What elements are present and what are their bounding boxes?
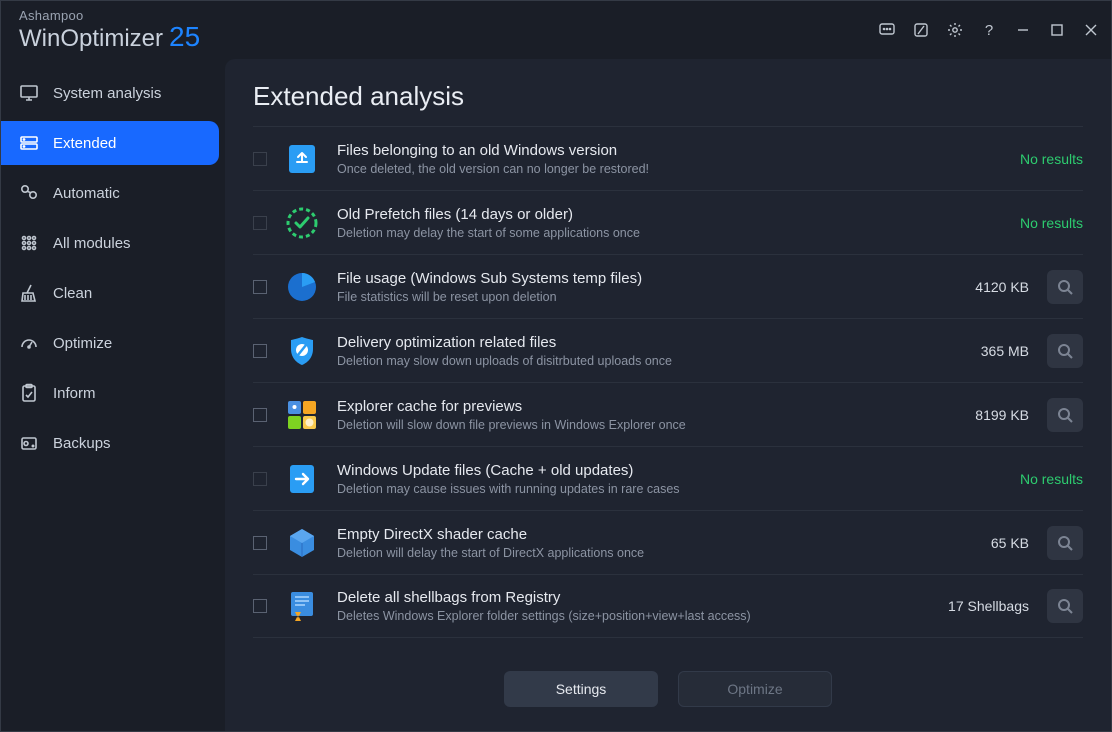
row-title: File usage (Windows Sub Systems temp fil…	[337, 270, 957, 287]
row-desc: Once deleted, the old version can no lon…	[337, 162, 1002, 176]
backup-icon	[19, 433, 39, 453]
close-icon[interactable]	[1083, 22, 1099, 38]
sidebar-item-label: Optimize	[53, 335, 112, 352]
list-item: Empty DirectX shader cache Deletion will …	[253, 510, 1083, 574]
list-item: Windows Update files (Cache + old update…	[253, 446, 1083, 510]
row-icon	[285, 526, 319, 560]
sidebar-item-label: All modules	[53, 235, 131, 252]
row-desc: Deletes Windows Explorer folder settings…	[337, 609, 930, 623]
sidebar-item-all-modules[interactable]: All modules	[1, 221, 219, 265]
row-icon	[285, 334, 319, 368]
analysis-list: Files belonging to an old Windows versio…	[225, 126, 1111, 653]
row-result: 365 MB	[981, 343, 1029, 359]
row-icon	[285, 206, 319, 240]
row-title: Empty DirectX shader cache	[337, 526, 973, 543]
row-desc: File statistics will be reset upon delet…	[337, 290, 957, 304]
sidebar-item-inform[interactable]: Inform	[1, 371, 219, 415]
list-item: File usage (Windows Sub Systems temp fil…	[253, 254, 1083, 318]
details-button[interactable]	[1047, 334, 1083, 368]
sidebar-item-label: Inform	[53, 385, 96, 402]
row-desc: Deletion will slow down file previews in…	[337, 418, 957, 432]
row-icon	[285, 270, 319, 304]
checkbox	[253, 472, 267, 486]
sidebar-item-backups[interactable]: Backups	[1, 421, 219, 465]
checkbox[interactable]	[253, 599, 267, 613]
details-button[interactable]	[1047, 526, 1083, 560]
row-title: Windows Update files (Cache + old update…	[337, 462, 1002, 479]
row-desc: Deletion may delay the start of some app…	[337, 226, 1002, 240]
sidebar-item-label: Extended	[53, 135, 116, 152]
help-icon[interactable]: ?	[981, 22, 997, 38]
checkbox	[253, 152, 267, 166]
news-icon[interactable]	[913, 22, 929, 38]
brand: Ashampoo WinOptimizer 25	[19, 9, 200, 51]
sidebar-item-label: System analysis	[53, 85, 161, 102]
maximize-icon[interactable]	[1049, 22, 1065, 38]
page-title: Extended analysis	[225, 81, 1111, 126]
checkbox[interactable]	[253, 536, 267, 550]
sidebar-item-extended[interactable]: Extended	[1, 121, 219, 165]
automatic-icon	[19, 183, 39, 203]
content: Extended analysis Files belonging to an …	[225, 59, 1111, 731]
sidebar-item-automatic[interactable]: Automatic	[1, 171, 219, 215]
row-result: 8199 KB	[975, 407, 1029, 423]
row-icon	[285, 142, 319, 176]
footer: Settings Optimize	[225, 653, 1111, 731]
list-item: Old Prefetch files (14 days or older) Del…	[253, 190, 1083, 254]
checkbox[interactable]	[253, 344, 267, 358]
row-title: Old Prefetch files (14 days or older)	[337, 206, 1002, 223]
row-title: Delete all shellbags from Registry	[337, 589, 930, 606]
list-item: Files belonging to an old Windows versio…	[253, 126, 1083, 190]
list-item: Delivery optimization related files Delet…	[253, 318, 1083, 382]
titlebar-icons: ?	[879, 22, 1099, 38]
row-desc: Deletion may cause issues with running u…	[337, 482, 1002, 496]
row-icon	[285, 589, 319, 623]
row-result: 17 Shellbags	[948, 598, 1029, 614]
sidebar-item-label: Automatic	[53, 185, 120, 202]
checkbox[interactable]	[253, 280, 267, 294]
details-button[interactable]	[1047, 270, 1083, 304]
sidebar-item-optimize[interactable]: Optimize	[1, 321, 219, 365]
sidebar-item-system-analysis[interactable]: System analysis	[1, 71, 219, 115]
checkbox[interactable]	[253, 408, 267, 422]
row-title: Files belonging to an old Windows versio…	[337, 142, 1002, 159]
row-result: No results	[1020, 151, 1083, 167]
row-desc: Deletion may slow down uploads of disitr…	[337, 354, 963, 368]
minimize-icon[interactable]	[1015, 22, 1031, 38]
broom-icon	[19, 283, 39, 303]
row-result: 65 KB	[991, 535, 1029, 551]
optimize-button[interactable]: Optimize	[678, 671, 832, 707]
row-result: 4120 KB	[975, 279, 1029, 295]
titlebar: Ashampoo WinOptimizer 25 ?	[1, 1, 1111, 59]
sidebar: System analysis Extended Automatic All m…	[1, 59, 225, 731]
row-icon	[285, 462, 319, 496]
brand-product: WinOptimizer	[19, 27, 163, 51]
monitor-icon	[19, 83, 39, 103]
gauge-icon	[19, 333, 39, 353]
sidebar-item-clean[interactable]: Clean	[1, 271, 219, 315]
modules-icon	[19, 233, 39, 253]
clipboard-icon	[19, 383, 39, 403]
checkbox	[253, 216, 267, 230]
row-result: No results	[1020, 471, 1083, 487]
feedback-icon[interactable]	[879, 22, 895, 38]
row-title: Delivery optimization related files	[337, 334, 963, 351]
row-title: Explorer cache for previews	[337, 398, 957, 415]
settings-button[interactable]: Settings	[504, 671, 658, 707]
brand-version: 25	[169, 23, 200, 51]
list-item: Explorer cache for previews Deletion will…	[253, 382, 1083, 446]
extended-icon	[19, 133, 39, 153]
list-item: Delete all shellbags from Registry Delete…	[253, 574, 1083, 638]
details-button[interactable]	[1047, 589, 1083, 623]
details-button[interactable]	[1047, 398, 1083, 432]
gear-icon[interactable]	[947, 22, 963, 38]
row-desc: Deletion will delay the start of DirectX…	[337, 546, 973, 560]
row-icon	[285, 398, 319, 432]
row-result: No results	[1020, 215, 1083, 231]
sidebar-item-label: Clean	[53, 285, 92, 302]
sidebar-item-label: Backups	[53, 435, 111, 452]
